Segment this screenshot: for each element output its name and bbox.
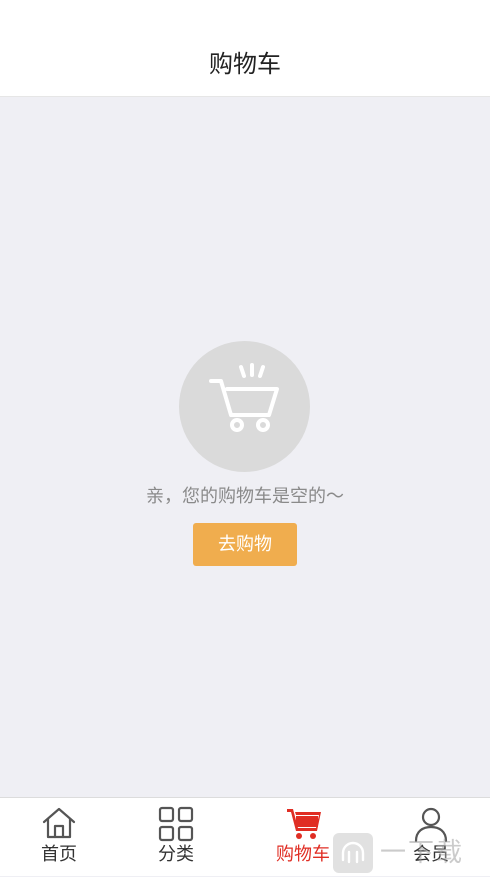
tab-member-label: 会员 xyxy=(413,844,449,865)
bottom-tab-bar: 首页 分类 购物车 会员 xyxy=(0,797,490,876)
empty-cart-message: 亲，您的购物车是空的～ xyxy=(146,486,344,507)
cart-icon xyxy=(287,809,321,839)
user-icon xyxy=(414,807,448,842)
go-shopping-button[interactable]: 去购物 xyxy=(193,523,297,566)
tab-cart[interactable]: 购物车 xyxy=(258,798,348,877)
tab-home[interactable]: 首页 xyxy=(14,798,104,877)
grid-icon xyxy=(158,806,194,842)
page-title: 购物车 xyxy=(209,50,281,78)
home-icon xyxy=(42,807,76,839)
tab-category[interactable]: 分类 xyxy=(131,798,221,877)
tab-member[interactable]: 会员 xyxy=(386,798,476,877)
tab-home-label: 首页 xyxy=(41,844,77,865)
empty-cart-illustration xyxy=(179,341,310,472)
tab-category-label: 分类 xyxy=(158,844,194,865)
tab-cart-label: 购物车 xyxy=(276,844,330,865)
top-bar: 购物车 xyxy=(0,0,490,97)
cart-content: 亲，您的购物车是空的～ 去购物 xyxy=(0,97,490,797)
cart-icon xyxy=(209,363,279,432)
